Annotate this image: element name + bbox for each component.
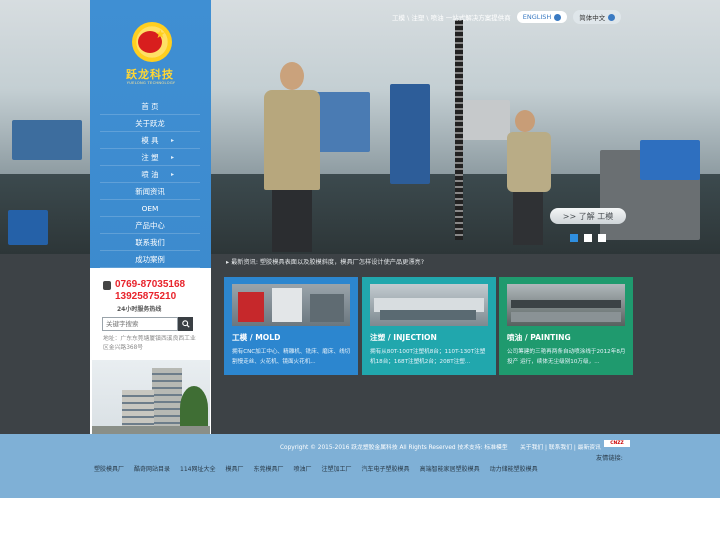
friend-link[interactable]: 114网址大全: [180, 465, 215, 474]
friend-links-label: 友情链接:: [596, 455, 623, 462]
card-photo: [370, 284, 488, 326]
card-desc: 拥有从80T-100T注塑机8台；110T-130T注塑机18台；168T注塑机…: [370, 349, 486, 365]
nav-label: 首 页: [141, 101, 159, 111]
learn-more-button[interactable]: >> 了解 工模: [550, 208, 626, 224]
lang-chinese-label: 简体中文: [579, 14, 606, 22]
card-title: 注塑 / INJECTION: [370, 333, 437, 342]
brand-name: 跃龙科技: [126, 68, 174, 81]
footer-links[interactable]: 关于我们 | 联系我们 | 最新资讯: [520, 442, 601, 451]
nav-label: 成功案例: [135, 254, 165, 264]
friend-link[interactable]: 塑胶模具厂: [94, 465, 124, 474]
copyright-text: Copyright © 2015-2016 跃龙塑胶金属科技 All Right…: [280, 445, 508, 451]
machine-blue: [390, 84, 430, 184]
dark-band-left: [0, 254, 90, 434]
friend-link[interactable]: 模具厂: [225, 465, 243, 474]
news-ticker[interactable]: ▸ 最新资讯: 塑胶模具表面以及胶模斜度，模具厂怎样设计使产品更漂亮?: [226, 257, 424, 266]
service-card-injection[interactable]: 注塑 / INJECTION 拥有从80T-100T注塑机8台；110T-130…: [362, 277, 496, 375]
card-title: 工模 / MOLD: [232, 333, 281, 342]
hotline-label: 24小时服务热线: [117, 306, 162, 313]
lang-english-button[interactable]: ENGLISH: [516, 11, 568, 23]
slider-dot[interactable]: [584, 234, 592, 242]
top-bar: 工模 \ 注塑 \ 喷油 一站式解决方案提供商 ENGLISH 简体中文: [392, 10, 622, 24]
brand-subtitle: YUELONG TECHNOLOGY: [126, 81, 176, 85]
card-title: 喷油 / PAINTING: [507, 333, 571, 342]
nav-item-injection[interactable]: 注 塑 ▸: [100, 149, 200, 166]
hoist-chain: [455, 20, 463, 240]
card-desc: 拥有CNC加工中心、精雕机、铣床、磨床、线切割慢走丝、火花机、镜面火花机...: [232, 349, 351, 365]
friend-link[interactable]: 喷油厂: [294, 465, 312, 474]
chevron-right-icon: ▸: [170, 170, 174, 178]
nav-item-painting[interactable]: 喷 油 ▸: [100, 166, 200, 183]
logo[interactable]: ★: [132, 22, 172, 62]
nav-item-products[interactable]: 产品中心: [100, 217, 200, 234]
card-photo: [507, 284, 625, 326]
main-nav: 首 页 关于跃龙 模 具 ▸ 注 塑 ▸ 喷 油 ▸ 新闻资讯 OEM 产品中心 联系…: [100, 98, 200, 268]
machine-left: [12, 120, 82, 160]
nav-label: 产品中心: [135, 220, 165, 230]
worker-figure: [262, 62, 322, 252]
header-slogan: 工模 \ 注塑 \ 喷油 一站式解决方案提供商: [392, 14, 511, 22]
service-card-mold[interactable]: 工模 / MOLD 拥有CNC加工中心、精雕机、铣床、磨床、线切割慢走丝、火花机…: [224, 277, 358, 375]
friend-links: 塑胶模具厂 酷奇网站目录 114网址大全 模具厂 东莞模具厂 喷油厂 注塑加工厂…: [94, 465, 634, 474]
friend-link[interactable]: 酷奇网站目录: [134, 465, 170, 474]
machine-grey: [460, 100, 510, 140]
arrow-icon: [608, 13, 616, 21]
star-icon: ★: [155, 27, 166, 41]
chevron-right-icon: ▸: [170, 136, 174, 144]
machine-left-bin: [8, 210, 48, 245]
nav-label: 新闻资讯: [135, 186, 165, 196]
friend-link[interactable]: 注塑加工厂: [322, 465, 352, 474]
building-photo: [92, 360, 210, 434]
phone-number-1: 0769-87035168: [115, 279, 186, 290]
search-icon: [181, 320, 190, 328]
slider-dot[interactable]: [598, 234, 606, 242]
lang-chinese-button[interactable]: 简体中文: [573, 10, 622, 24]
chevron-right-icon: ▸: [170, 153, 174, 161]
nav-label: 关于跃龙: [135, 118, 165, 128]
friend-link[interactable]: 东莞模具厂: [254, 465, 284, 474]
nav-item-oem[interactable]: OEM: [100, 200, 200, 217]
friend-link[interactable]: 汽车电子塑胶模具: [362, 465, 410, 474]
nav-item-about[interactable]: 关于跃龙: [100, 115, 200, 132]
card-photo: [232, 284, 350, 326]
friend-link[interactable]: 高端智能家居塑胶模具: [420, 465, 480, 474]
search-box: [102, 317, 193, 331]
phone-icon: [103, 281, 111, 290]
nav-item-home[interactable]: 首 页: [100, 98, 200, 115]
lang-english-label: ENGLISH: [522, 13, 552, 21]
nav-label: 注 塑: [141, 152, 159, 162]
search-button[interactable]: [178, 317, 193, 331]
cnzz-badge[interactable]: CNZZ: [604, 440, 630, 447]
friend-link[interactable]: 动力储能塑胶模具: [490, 465, 538, 474]
nav-item-contact[interactable]: 联系我们: [100, 234, 200, 251]
address-text: 地址：广东东莞塘厦镇西溪良西工业区金兴路368号: [103, 336, 196, 351]
slider-dots: [570, 234, 606, 242]
worker-figure: [505, 110, 553, 245]
arrow-icon: [554, 13, 562, 21]
nav-label: 喷 油: [141, 169, 159, 179]
phone-number-2: 13925875210: [115, 291, 177, 302]
service-card-painting[interactable]: 喷油 / PAINTING 公司筹建的三艳再两条自动喷涂线于2012年8月投产 …: [499, 277, 633, 375]
nav-label: 模 具: [141, 135, 159, 145]
slider-dot[interactable]: [570, 234, 578, 242]
nav-item-mold[interactable]: 模 具 ▸: [100, 132, 200, 149]
nav-label: OEM: [141, 203, 159, 213]
nav-item-news[interactable]: 新闻资讯: [100, 183, 200, 200]
nav-item-cases[interactable]: 成功案例: [100, 251, 200, 268]
nav-label: 联系我们: [135, 237, 165, 247]
card-desc: 公司筹建的三艳再两条自动喷涂线于2012年8月投产 运行，续体无尘级别10万级，…: [507, 349, 626, 365]
machine-bins: [640, 140, 700, 180]
search-input[interactable]: [102, 317, 178, 331]
